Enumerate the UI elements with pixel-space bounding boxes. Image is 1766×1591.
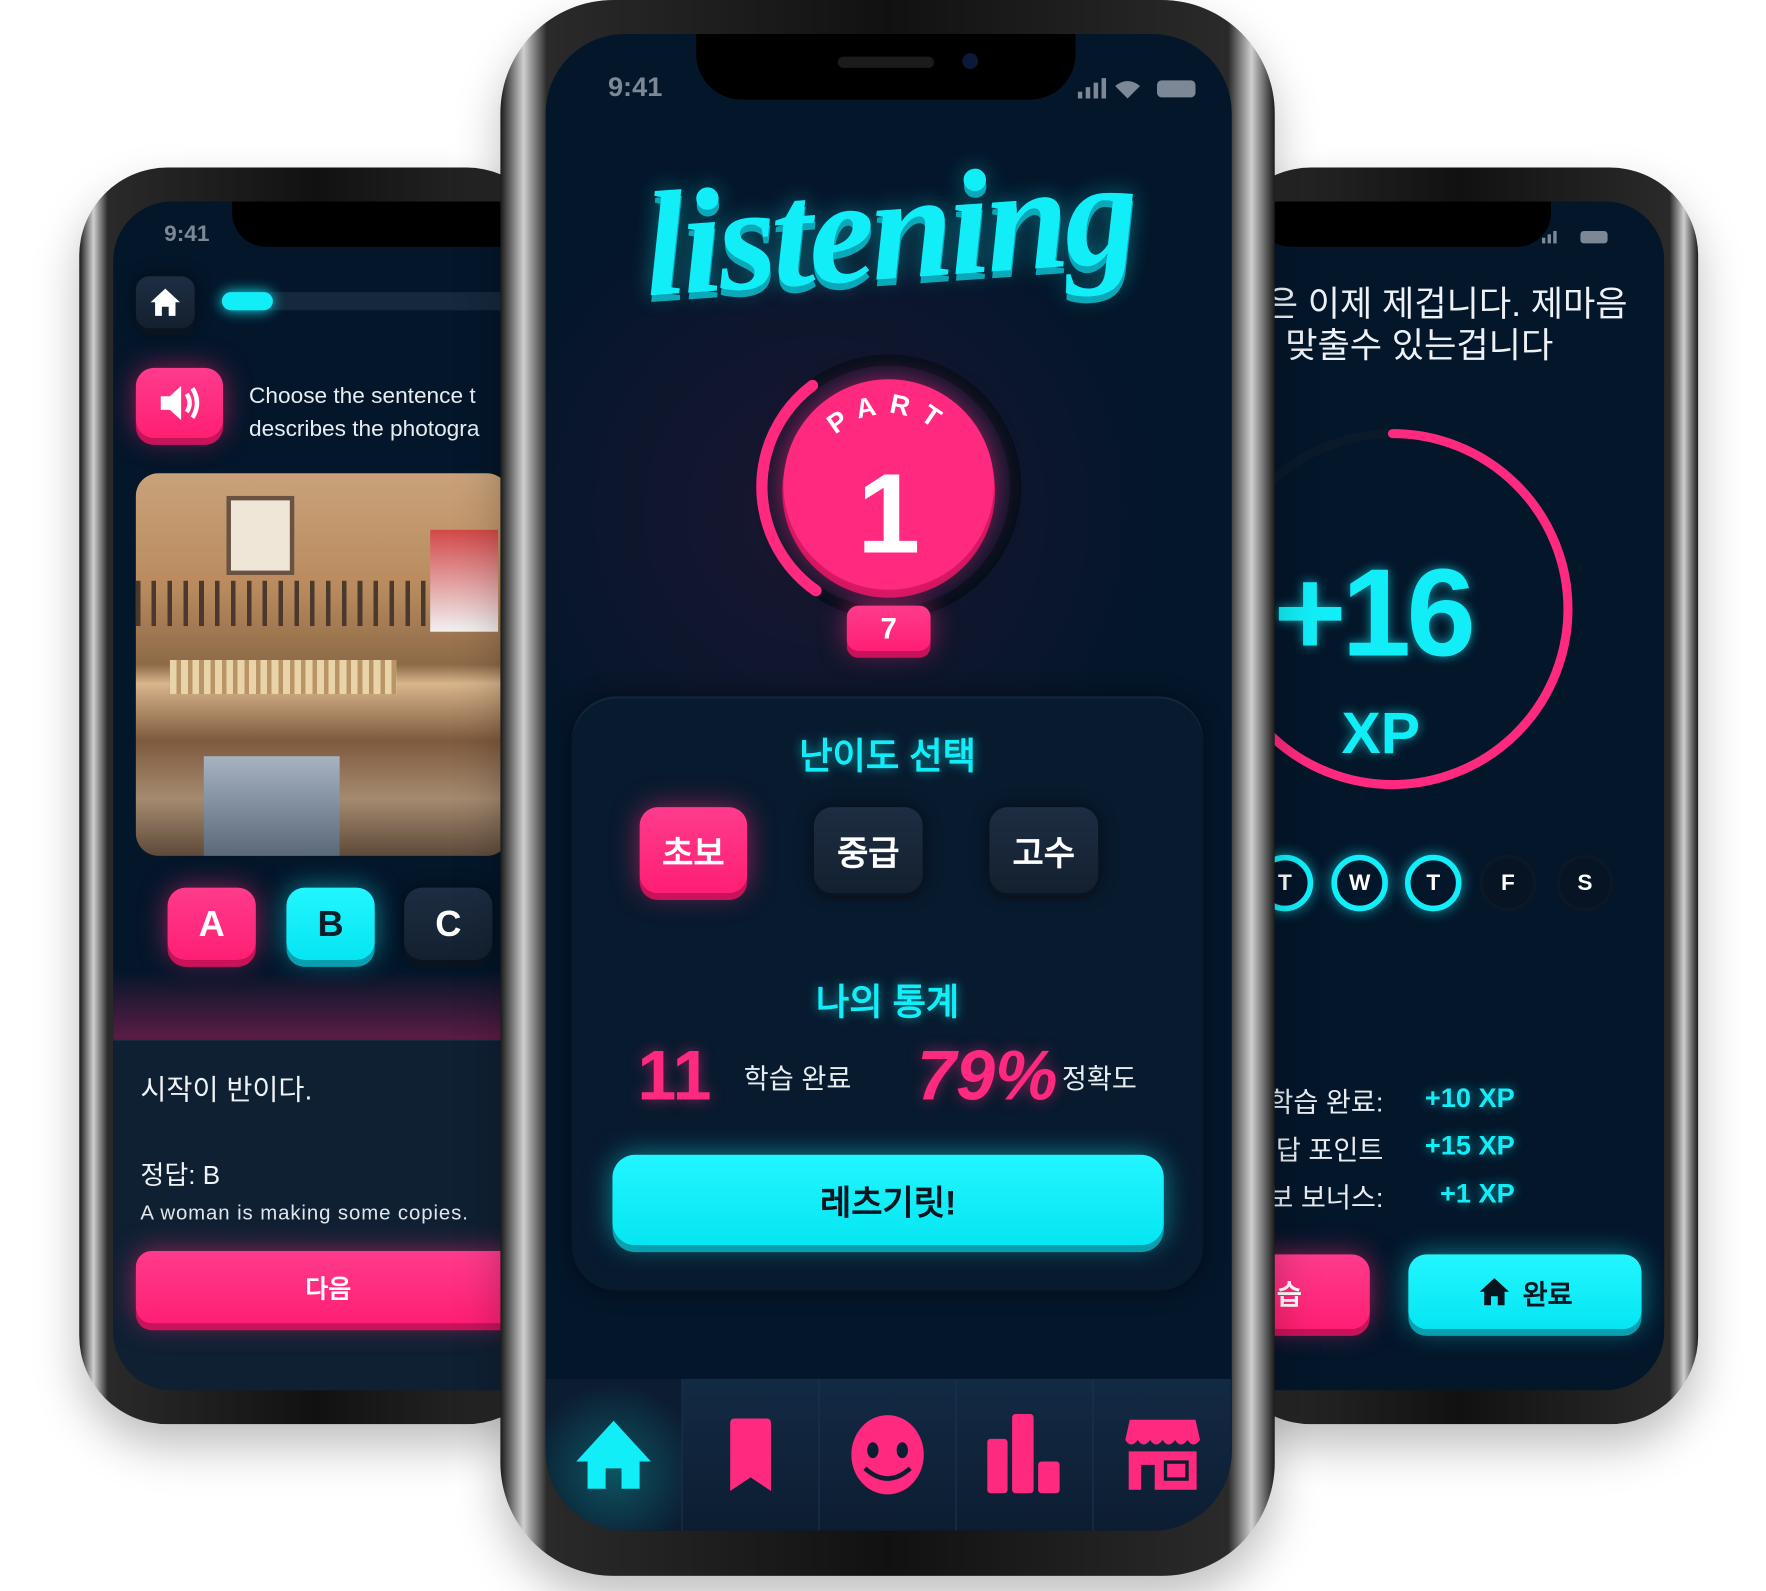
sentence-line: . 맞출수 있는겁니다 xyxy=(1265,326,1554,366)
day-2-indicator: T xyxy=(1404,854,1462,912)
answer-label: 정답: B xyxy=(140,1160,221,1190)
prompt-line: describes the photogra xyxy=(249,416,480,442)
option-a-button[interactable]: A xyxy=(167,887,256,961)
bottom-nav xyxy=(545,1378,1232,1531)
right-phone: 은 이제 제겁니다. 제마음 . 맞출수 있는겁니다 +16 XP TWTFS … xyxy=(1222,167,1699,1425)
reward-row: 정답 포인트 +15 XP xyxy=(1223,1123,1619,1171)
notch xyxy=(696,33,1076,100)
signal-icon xyxy=(1077,91,1083,99)
reward-value: +1 XP xyxy=(1439,1178,1515,1210)
part-count-badge: 7 xyxy=(846,605,931,651)
difficulty-beginner-button[interactable]: 초보 xyxy=(639,807,748,894)
prompt-line: Choose the sentence t xyxy=(249,383,476,409)
option-c-button[interactable]: C xyxy=(404,887,493,961)
proverb-text: 시작이 반이다. xyxy=(140,1074,313,1107)
nav-store[interactable] xyxy=(1093,1378,1231,1531)
question-prompt: Choose the sentence t describes the phot… xyxy=(249,380,479,446)
smiley-icon xyxy=(851,1415,924,1495)
day-3-indicator: F xyxy=(1479,854,1537,912)
xp-unit: XP xyxy=(1341,700,1421,767)
nav-home[interactable] xyxy=(545,1378,683,1531)
camera xyxy=(962,53,979,70)
photo-clothes xyxy=(203,756,340,856)
start-button[interactable]: 레츠기릿! xyxy=(612,1154,1164,1246)
nav-bookmarks[interactable] xyxy=(682,1378,820,1531)
speaker-icon xyxy=(160,386,199,421)
status-time: 9:41 xyxy=(607,72,663,104)
question-photo xyxy=(135,473,510,856)
bar-chart-icon xyxy=(987,1413,1060,1494)
center-screen: 9:41 listening PART 1 7 난이도 선택 초보 중급 고수 … xyxy=(545,33,1232,1531)
accuracy-value: 79% xyxy=(917,1037,1058,1116)
photo-laundry xyxy=(430,529,499,632)
left-phone: 9:41 Choose the sentence t describes the… xyxy=(79,167,555,1425)
right-screen: 은 이제 제겁니다. 제마음 . 맞출수 있는겁니다 +16 XP TWTFS … xyxy=(1222,201,1665,1391)
completed-count: 11 xyxy=(637,1037,712,1116)
home-icon xyxy=(1479,1278,1509,1306)
home-icon xyxy=(150,288,181,316)
answer-sentence: A woman is making some copies. xyxy=(140,1201,469,1224)
home-icon xyxy=(576,1420,651,1489)
accuracy-label: 정확도 xyxy=(1061,1064,1137,1095)
difficulty-expert-button[interactable]: 고수 xyxy=(989,807,1099,894)
nav-stats[interactable] xyxy=(956,1378,1094,1531)
status-icons xyxy=(1077,78,1196,99)
center-phone: 9:41 listening PART 1 7 난이도 선택 초보 중급 고수 … xyxy=(500,0,1275,1576)
battery-icon xyxy=(1157,80,1196,98)
reward-value: +15 XP xyxy=(1424,1130,1515,1162)
completed-label: 학습 완료 xyxy=(743,1064,852,1095)
next-button[interactable]: 다음 xyxy=(135,1250,521,1324)
app-title: listening xyxy=(638,127,1140,329)
photo-window xyxy=(226,495,295,576)
reward-list: 학습 완료: +10 XP 정답 포인트 +15 XP 콤보 보너스: +1 XP xyxy=(1223,1075,1619,1218)
bookmark-icon xyxy=(730,1418,771,1491)
sentence-text: 은 이제 제겁니다. 제마음 . 맞출수 있는겁니다 xyxy=(1266,283,1628,367)
sentence-line: 은 이제 제겁니다. 제마음 xyxy=(1265,284,1628,324)
stats-title: 나의 통계 xyxy=(815,981,960,1023)
reward-value: +10 XP xyxy=(1424,1083,1515,1114)
done-button[interactable]: 완료 xyxy=(1408,1254,1642,1330)
nav-profile[interactable] xyxy=(819,1378,957,1531)
wifi-icon xyxy=(1115,80,1141,99)
done-label: 완료 xyxy=(1522,1279,1573,1311)
status-icons xyxy=(1541,230,1608,244)
reward-row: 콤보 보너스: +1 XP xyxy=(1223,1171,1619,1219)
status-time: 9:41 xyxy=(164,221,210,247)
option-b-button[interactable]: B xyxy=(286,887,375,961)
answer-panel: 시작이 반이다. 정답: B A woman is making some co… xyxy=(113,1039,555,1391)
xp-value: +16 xyxy=(1273,543,1476,683)
day-4-indicator: S xyxy=(1556,854,1614,912)
difficulty-intermediate-button[interactable]: 중급 xyxy=(813,807,923,894)
play-audio-button[interactable] xyxy=(135,367,224,439)
reward-row: 학습 완료: +10 XP xyxy=(1223,1075,1619,1123)
photo-awning xyxy=(169,660,397,694)
part-number: 1 xyxy=(857,450,920,576)
speaker-grille xyxy=(837,56,934,68)
home-button[interactable] xyxy=(135,276,195,329)
feedback-glow xyxy=(113,971,555,1040)
difficulty-title: 난이도 선택 xyxy=(799,735,976,777)
day-1-indicator: W xyxy=(1331,854,1388,912)
left-screen: 9:41 Choose the sentence t describes the… xyxy=(113,201,555,1391)
settings-card: 난이도 선택 초보 중급 고수 나의 통계 11 학습 완료 79% 정확도 레… xyxy=(571,696,1204,1291)
notch xyxy=(1256,201,1551,247)
progress-fill xyxy=(221,292,273,311)
store-icon xyxy=(1124,1419,1200,1490)
part-selector[interactable]: PART 1 xyxy=(742,351,1036,645)
